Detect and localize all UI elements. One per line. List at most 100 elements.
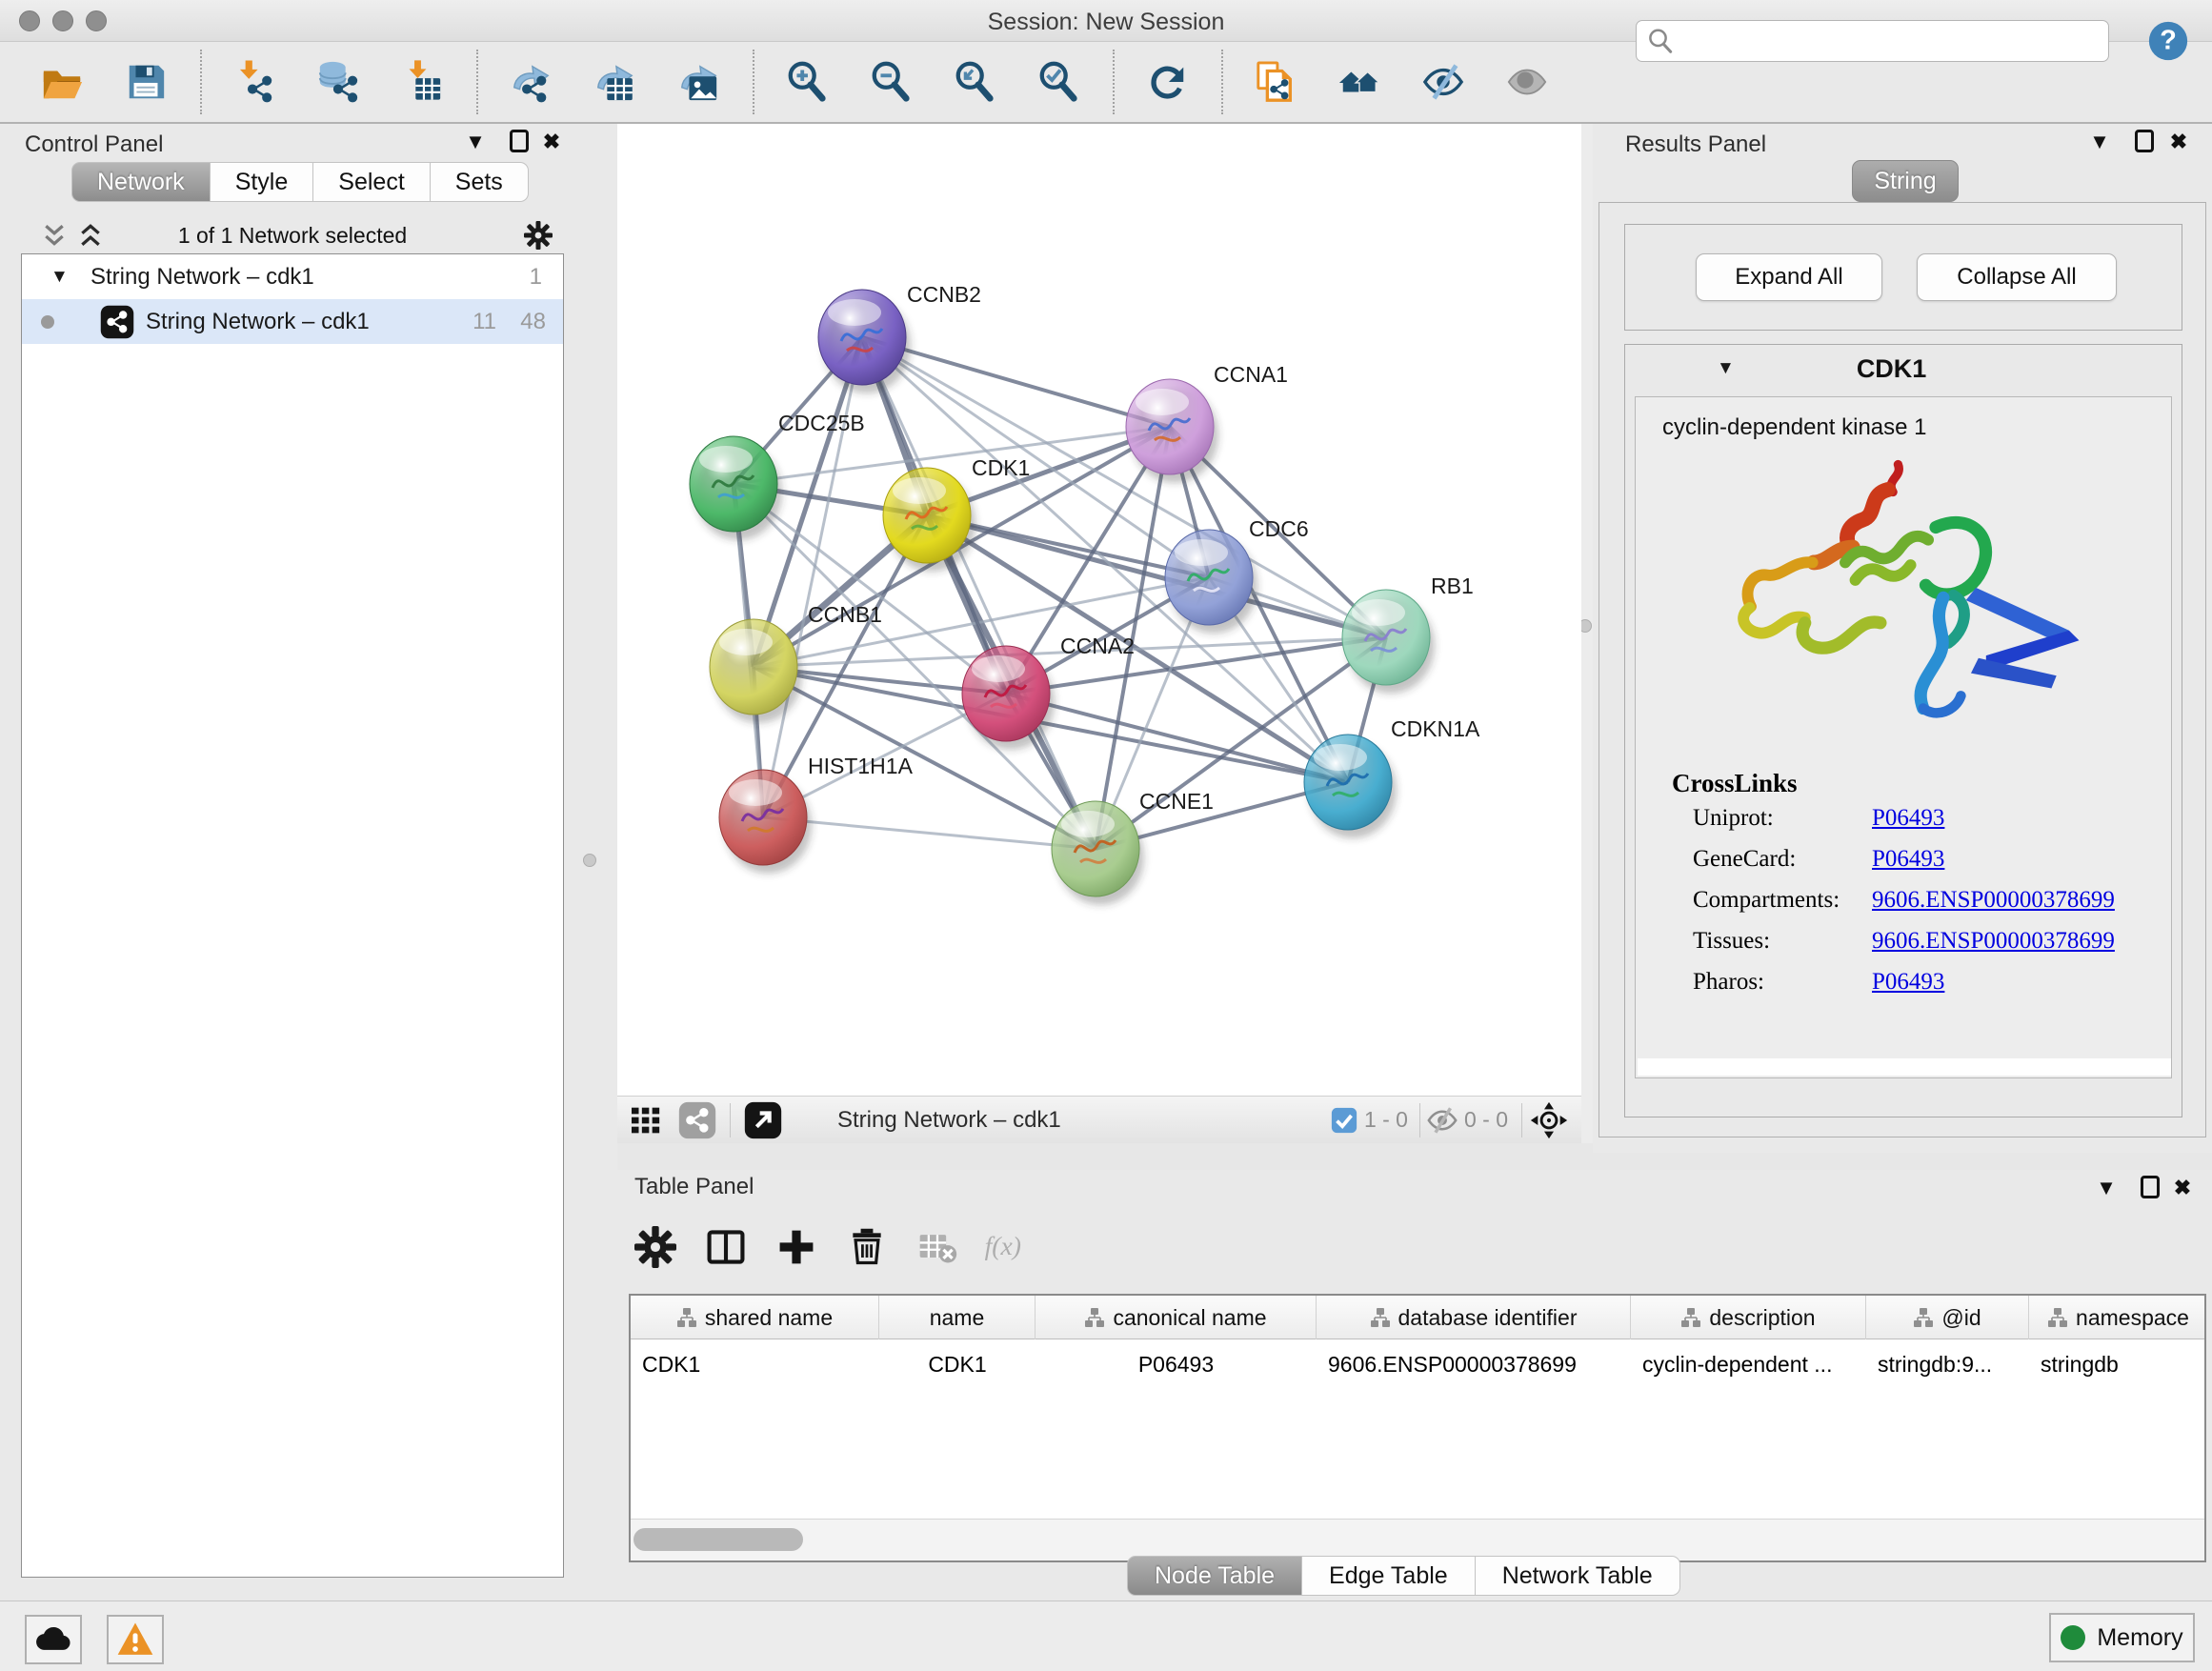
column-header--id[interactable]: @id — [1866, 1296, 2029, 1339]
zoom-out-icon[interactable] — [867, 58, 915, 106]
add-column-icon[interactable] — [772, 1222, 821, 1272]
network-node-CCNE1[interactable]: CCNE1 — [1052, 789, 1214, 905]
cloud-button[interactable] — [25, 1615, 82, 1664]
table-panel-close-icon[interactable]: ✖ — [2166, 1176, 2199, 1200]
gear-icon[interactable] — [524, 221, 553, 250]
export-image-icon[interactable] — [674, 58, 722, 106]
search-input[interactable] — [1675, 29, 2084, 53]
column-header-database-identifier[interactable]: database identifier — [1317, 1296, 1631, 1339]
hidden-eye-icon[interactable] — [1426, 1104, 1458, 1137]
import-table-icon[interactable] — [398, 58, 446, 106]
table-panel-menu-icon[interactable]: ▼ — [2090, 1176, 2122, 1200]
crosslink-link[interactable]: P06493 — [1872, 969, 1944, 996]
column-header-canonical-name[interactable]: canonical name — [1036, 1296, 1317, 1339]
network-row-selected[interactable]: String Network – cdk1 11 48 — [22, 299, 563, 344]
control-panel: Control Panel ▼ ✖ NetworkStyleSelectSets… — [0, 124, 617, 1601]
node-count: 11 — [473, 309, 496, 335]
network-node-CDK1[interactable]: CDK1 — [883, 455, 1030, 572]
edge-count: 48 — [520, 309, 546, 335]
crosslink-link[interactable]: P06493 — [1872, 805, 1944, 832]
crosslink-label: GeneCard: — [1693, 846, 1796, 873]
network-node-CDKN1A[interactable]: CDKN1A — [1304, 716, 1480, 838]
export-table-icon[interactable] — [591, 58, 638, 106]
crosslink-link[interactable]: 9606.ENSP00000378699 — [1872, 928, 2115, 955]
cell-namespace[interactable]: stringdb — [2029, 1345, 2206, 1383]
function-builder-icon: f(x) — [983, 1222, 1033, 1272]
network-overview-icon[interactable] — [1336, 58, 1383, 106]
results-panel-close-icon[interactable]: ✖ — [2162, 130, 2195, 154]
cell--id[interactable]: stringdb:9... — [1866, 1345, 2029, 1383]
network-node-CCNA2[interactable]: CCNA2 — [962, 634, 1135, 750]
help-button[interactable]: ? — [2146, 19, 2190, 63]
tab-node-table[interactable]: Node Table — [1127, 1556, 1302, 1596]
memory-button[interactable]: Memory — [2049, 1613, 2195, 1662]
save-session-icon[interactable] — [122, 58, 170, 106]
hide-panels-eye-icon[interactable] — [1419, 58, 1467, 106]
tree-expand-icon[interactable]: ▼ — [50, 267, 69, 288]
control-panel-float-icon[interactable] — [503, 130, 535, 158]
cell-name[interactable]: CDK1 — [879, 1345, 1036, 1383]
cell-description[interactable]: cyclin-dependent ... — [1631, 1345, 1866, 1383]
cell-canonical-name[interactable]: P06493 — [1036, 1345, 1317, 1383]
tab-edge-table[interactable]: Edge Table — [1302, 1556, 1476, 1596]
table-hscroll-thumb[interactable] — [633, 1528, 803, 1551]
share-view-icon[interactable] — [678, 1101, 716, 1139]
zoom-in-icon[interactable] — [783, 58, 831, 106]
control-panel-menu-icon[interactable]: ▼ — [459, 130, 492, 154]
zoom-fit-icon[interactable] — [951, 58, 998, 106]
tab-select[interactable]: Select — [313, 162, 430, 202]
column-header-shared-name[interactable]: shared name — [631, 1296, 879, 1339]
network-node-CDC6[interactable]: CDC6 — [1165, 516, 1309, 634]
network-node-HIST1H1A[interactable]: HIST1H1A — [719, 754, 914, 874]
tab-network[interactable]: Network — [71, 162, 211, 202]
tab-sets[interactable]: Sets — [431, 162, 529, 202]
node-table: shared namenamecanonical namedatabase id… — [629, 1294, 2206, 1562]
clone-network-icon[interactable] — [1252, 58, 1299, 106]
detach-view-icon[interactable] — [744, 1101, 782, 1139]
network-collection-row[interactable]: ▼ String Network – cdk1 1 — [22, 254, 563, 299]
zoom-selected-icon[interactable] — [1035, 58, 1082, 106]
network-canvas[interactable]: CCNB2 CCNA1 CDC25B CDK1 CDC6 — [617, 124, 1581, 1096]
results-panel-float-icon[interactable] — [2128, 130, 2161, 158]
network-node-CCNA1[interactable]: CCNA1 — [1126, 362, 1288, 483]
table-panel-float-icon[interactable] — [2134, 1176, 2166, 1204]
control-panel-close-icon[interactable]: ✖ — [535, 130, 568, 154]
collapse-all-button[interactable]: Collapse All — [1917, 253, 2117, 301]
left-splitter-handle[interactable] — [583, 854, 596, 867]
node-label-CCNA1: CCNA1 — [1214, 362, 1288, 387]
import-network-file-icon[interactable] — [231, 58, 278, 106]
column-header-name[interactable]: name — [879, 1296, 1036, 1339]
delete-column-icon[interactable] — [842, 1222, 892, 1272]
cell-shared-name[interactable]: CDK1 — [631, 1345, 879, 1383]
network-node-CCNB2[interactable]: CCNB2 — [818, 282, 981, 393]
grid-view-icon[interactable] — [627, 1101, 665, 1139]
table-hscrollbar[interactable] — [631, 1519, 2204, 1560]
network-status-dot — [41, 315, 54, 329]
expand-all-button[interactable]: Expand All — [1696, 253, 1882, 301]
toolbar-separator — [1221, 50, 1223, 114]
crosslink-link[interactable]: 9606.ENSP00000378699 — [1872, 887, 2115, 914]
birdseye-icon[interactable] — [1530, 1101, 1568, 1139]
results-panel-menu-icon[interactable]: ▼ — [2083, 130, 2116, 154]
tab-network-table[interactable]: Network Table — [1476, 1556, 1680, 1596]
column-header-namespace[interactable]: namespace — [2029, 1296, 2206, 1339]
selected-checkbox-icon[interactable] — [1330, 1106, 1358, 1135]
network-node-RB1[interactable]: RB1 — [1342, 574, 1474, 694]
network-node-CDC25B[interactable]: CDC25B — [690, 411, 865, 540]
tab-string[interactable]: String — [1852, 160, 1959, 202]
warning-button[interactable] — [107, 1615, 164, 1664]
open-file-icon[interactable] — [38, 58, 86, 106]
table-header-row: shared namenamecanonical namedatabase id… — [631, 1296, 2204, 1339]
column-header-description[interactable]: description — [1631, 1296, 1866, 1339]
cell-database-identifier[interactable]: 9606.ENSP00000378699 — [1317, 1345, 1631, 1383]
export-network-icon[interactable] — [507, 58, 554, 106]
crosslink-link[interactable]: P06493 — [1872, 846, 1944, 873]
results-hscrollbar[interactable] — [1638, 1058, 2171, 1076]
table-gear-icon[interactable] — [631, 1222, 680, 1272]
show-columns-icon[interactable] — [701, 1222, 751, 1272]
search-box[interactable] — [1636, 20, 2109, 62]
refresh-icon[interactable] — [1143, 58, 1191, 106]
tab-style[interactable]: Style — [211, 162, 314, 202]
import-network-database-icon[interactable] — [314, 58, 362, 106]
section-collapse-icon[interactable]: ▼ — [1717, 358, 1735, 379]
